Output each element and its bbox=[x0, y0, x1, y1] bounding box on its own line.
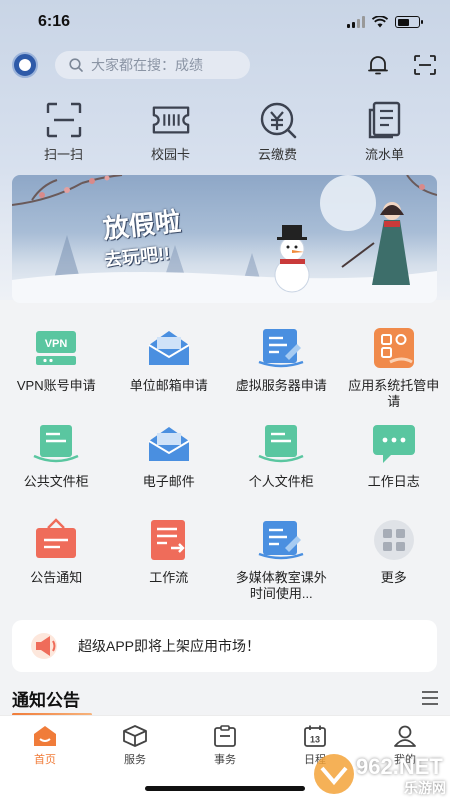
svg-text:VPN: VPN bbox=[45, 338, 68, 350]
calendar-icon: 13 bbox=[304, 725, 326, 747]
app-vpn-apply[interactable]: VPN VPN账号申请 bbox=[0, 326, 113, 422]
status-time: 6:16 bbox=[38, 13, 71, 30]
quick-actions: 扫一扫 校园卡 云缴费 流水单 bbox=[0, 100, 450, 163]
email-icon bbox=[148, 427, 190, 461]
calendar-day-number: 13 bbox=[310, 735, 320, 745]
more-icon bbox=[373, 520, 414, 560]
watermark-sub: 乐游网 bbox=[404, 780, 446, 796]
virtual-server-icon bbox=[258, 329, 304, 368]
bell-icon[interactable] bbox=[367, 54, 389, 76]
workflow-icon bbox=[150, 520, 185, 560]
app-email[interactable]: 电子邮件 bbox=[113, 422, 226, 518]
statement-icon bbox=[368, 101, 400, 139]
quick-cloud-payment[interactable]: 云缴费 bbox=[224, 100, 331, 163]
scan-icon bbox=[46, 102, 81, 138]
quick-campus-card[interactable]: 校园卡 bbox=[117, 100, 224, 163]
school-logo bbox=[12, 52, 38, 78]
search-input[interactable]: 大家都在搜：成绩 bbox=[55, 51, 250, 79]
app-hosting-apply[interactable]: 应用系统托管申请 bbox=[338, 326, 450, 422]
menu-icon[interactable] bbox=[421, 690, 439, 706]
home-icon bbox=[34, 726, 56, 746]
banner-illustration bbox=[12, 175, 437, 303]
campus-card-icon bbox=[152, 106, 189, 134]
public-file-icon bbox=[33, 425, 79, 463]
personal-file-icon bbox=[258, 425, 304, 463]
battery-icon bbox=[395, 16, 423, 28]
app-public-file-cabinet[interactable]: 公共文件柜 bbox=[0, 422, 113, 518]
quick-statement[interactable]: 流水单 bbox=[331, 100, 438, 163]
affairs-icon bbox=[214, 725, 236, 747]
app-multimedia-classroom[interactable]: 多媒体教室课外时间使用... bbox=[225, 518, 338, 614]
app-grid: VPN VPN账号申请 单位邮箱申请 虚拟服务器申请 应用系统托管申请 公共文件… bbox=[0, 326, 450, 614]
service-icon bbox=[123, 725, 147, 747]
app-mail-apply[interactable]: 单位邮箱申请 bbox=[113, 326, 226, 422]
top-header: 大家都在搜：成绩 bbox=[0, 50, 450, 80]
search-icon bbox=[69, 58, 83, 72]
banner-title: 放假啦 去玩吧!! bbox=[101, 206, 183, 271]
tab-home[interactable]: 首页 bbox=[0, 716, 90, 800]
announcement-icon bbox=[36, 518, 77, 558]
notice-text: 超级APP即将上架应用市场！ bbox=[78, 638, 261, 654]
multimedia-classroom-icon bbox=[258, 521, 304, 560]
wifi-icon bbox=[372, 16, 388, 28]
app-hosting-icon bbox=[373, 328, 414, 368]
notice-banner[interactable]: 超级APP即将上架应用市场！ bbox=[12, 620, 437, 672]
search-placeholder: 大家都在搜：成绩 bbox=[91, 57, 203, 73]
site-watermark: 962.NET 乐游网 bbox=[312, 748, 450, 800]
profile-icon bbox=[394, 725, 416, 747]
section-title: 通知公告 bbox=[12, 691, 80, 710]
signal-icon bbox=[347, 16, 365, 28]
app-more[interactable]: 更多 bbox=[338, 518, 450, 614]
watermark-brand: 962.NET bbox=[356, 754, 443, 779]
vpn-icon: VPN bbox=[36, 331, 77, 365]
app-virtual-server-apply[interactable]: 虚拟服务器申请 bbox=[225, 326, 338, 422]
status-icons bbox=[347, 16, 423, 28]
megaphone-icon bbox=[31, 633, 57, 659]
app-announcement[interactable]: 公告通知 bbox=[0, 518, 113, 614]
scan-icon[interactable] bbox=[413, 54, 437, 76]
app-work-log[interactable]: 工作日志 bbox=[338, 422, 450, 518]
status-bar: 6:16 bbox=[0, 0, 450, 44]
holiday-banner[interactable]: 放假啦 去玩吧!! bbox=[12, 175, 437, 303]
quick-scan[interactable]: 扫一扫 bbox=[10, 100, 117, 163]
app-workflow[interactable]: 工作流 bbox=[113, 518, 226, 614]
work-log-icon bbox=[372, 425, 415, 463]
cloud-payment-icon bbox=[260, 102, 296, 139]
home-indicator bbox=[145, 786, 305, 791]
app-personal-file-cabinet[interactable]: 个人文件柜 bbox=[225, 422, 338, 518]
mail-apply-icon bbox=[148, 331, 190, 365]
